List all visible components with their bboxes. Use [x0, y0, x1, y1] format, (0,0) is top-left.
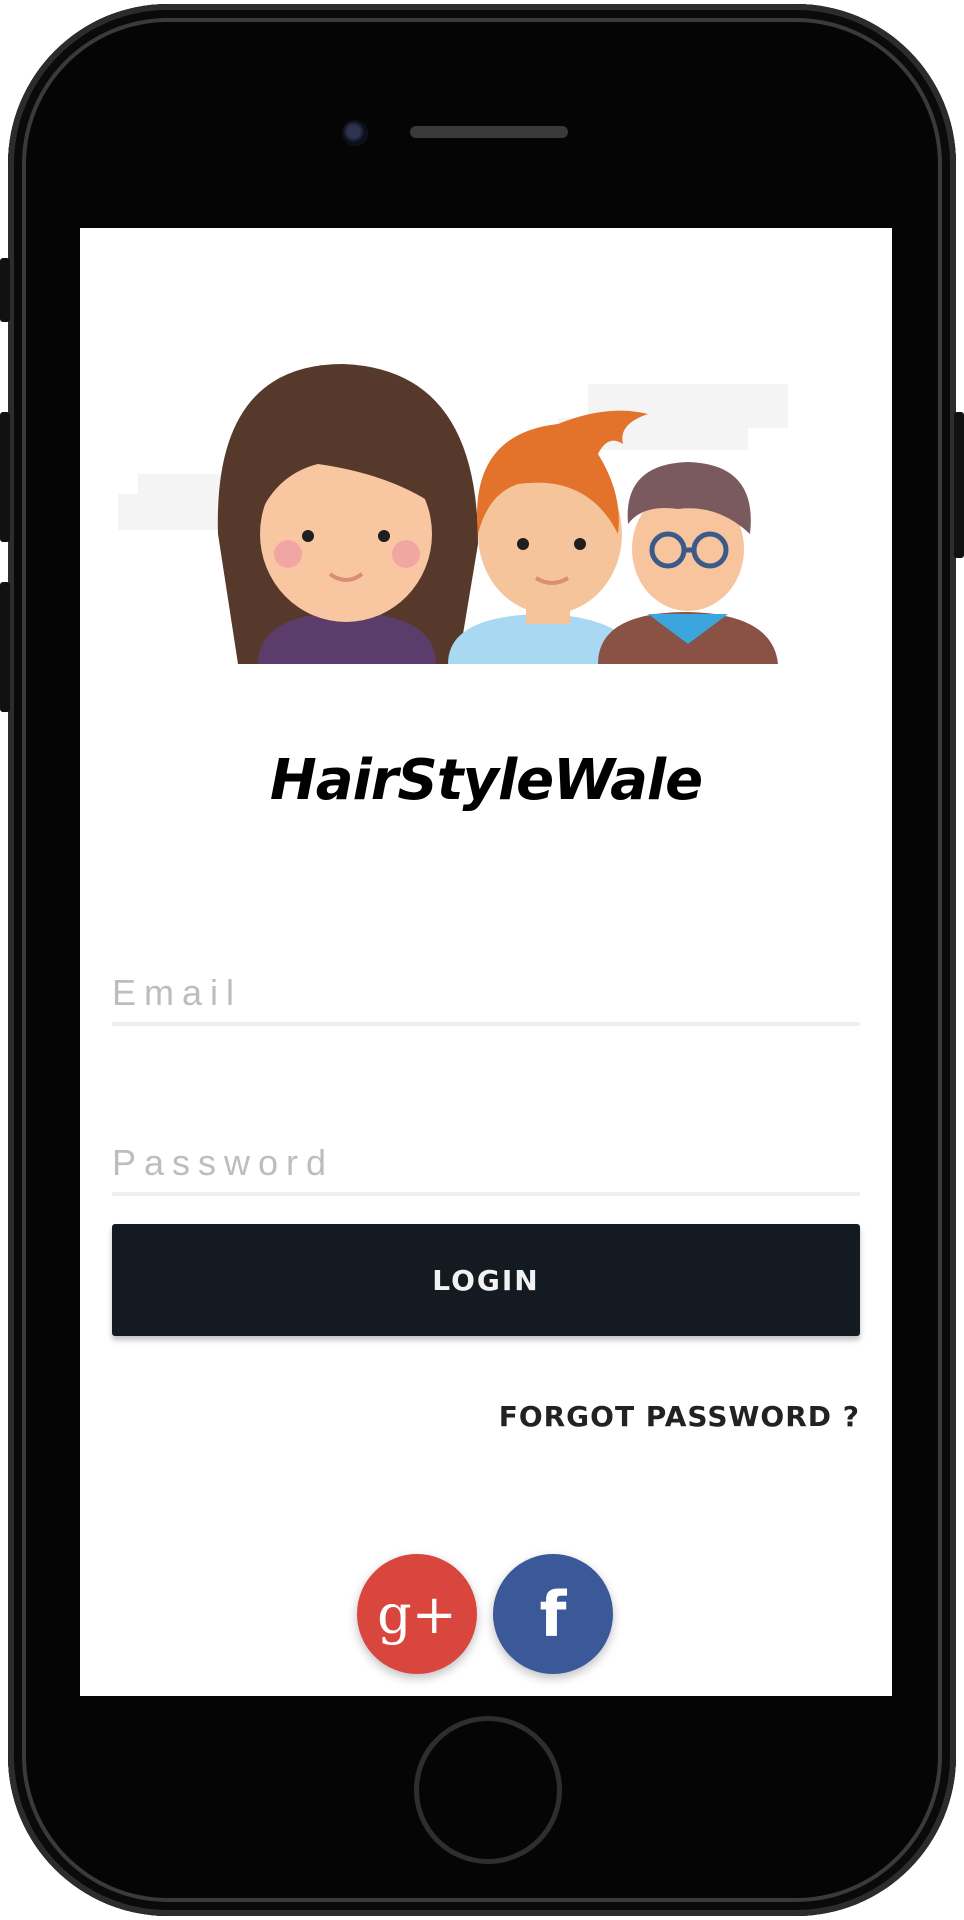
volume-up-button	[0, 412, 10, 542]
password-underline	[112, 1192, 860, 1196]
facebook-icon: f	[539, 1577, 567, 1651]
login-button[interactable]: LOGIN	[112, 1224, 860, 1336]
facebook-button[interactable]: f	[493, 1554, 613, 1674]
home-button[interactable]	[414, 1716, 562, 1864]
google-plus-button[interactable]: g+	[357, 1554, 477, 1674]
avatar-group-illustration	[118, 364, 788, 664]
email-underline	[112, 1022, 860, 1026]
google-plus-icon: g+	[377, 1582, 457, 1646]
app-title: HairStyleWale	[269, 748, 703, 813]
password-input[interactable]	[112, 1142, 860, 1192]
volume-down-button	[0, 582, 10, 712]
email-field[interactable]	[112, 972, 860, 1026]
earpiece-speaker	[410, 126, 568, 138]
forgot-password-link[interactable]: FORGOT PASSWORD ?	[499, 1400, 860, 1433]
mute-switch	[0, 258, 10, 322]
email-input[interactable]	[112, 972, 860, 1022]
front-camera	[342, 120, 368, 146]
password-field[interactable]	[112, 1142, 860, 1196]
app-screen: HairStyleWale LOGIN FORGOT PASSWORD ? g+…	[80, 228, 892, 1696]
phone-frame: HairStyleWale LOGIN FORGOT PASSWORD ? g+…	[8, 4, 956, 1916]
power-button	[954, 412, 964, 558]
